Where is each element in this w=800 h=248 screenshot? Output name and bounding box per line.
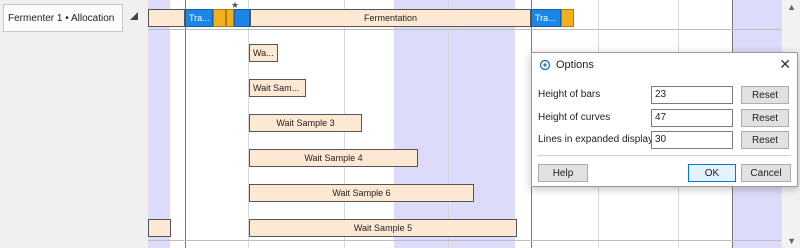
option-label: Height of curves [538, 112, 611, 123]
option-row-height-of-curves: Height of curves 47 Reset [538, 109, 791, 127]
wait-sample-label: Wait Sample 5 [353, 223, 413, 233]
row-header-label: Fermenter 1 • Allocation [8, 12, 115, 24]
time-marker-icon[interactable]: ★ [231, 0, 239, 11]
scroll-up-icon[interactable]: ▲ [787, 2, 796, 12]
reset-lines-expanded-button[interactable]: Reset [741, 131, 789, 149]
lines-in-expanded-display-input[interactable]: 30 [651, 131, 733, 149]
grid-line [448, 0, 449, 248]
ok-button[interactable]: OK [688, 164, 736, 182]
close-icon[interactable]: ✕ [779, 56, 791, 72]
row-header-fermenter-1[interactable]: Fermenter 1 • Allocation [3, 4, 123, 32]
scroll-down-icon[interactable]: ▼ [787, 236, 796, 246]
fermentation-bar-label: Fermentation [363, 13, 418, 23]
transfer-bar-label: Tra... [189, 13, 210, 23]
transfer-bar-label: Tra... [535, 13, 556, 23]
transfer-bar[interactable]: Tra... [185, 9, 213, 27]
shaded-period [394, 0, 515, 248]
reset-height-of-curves-button[interactable]: Reset [741, 109, 789, 127]
wait-sample-label: Wait Sample 6 [332, 188, 391, 198]
wait-sample-bar[interactable]: Wait Sample 5 [249, 219, 517, 237]
row-header-pane: Fermenter 1 • Allocation [0, 0, 149, 248]
wait-sample-label: Wait Sample 4 [304, 153, 363, 163]
wait-sample-bar[interactable]: Wait Sample 4 [249, 149, 418, 167]
transfer-bar[interactable]: Tra... [531, 9, 561, 27]
wait-sample-label: Wait Sample 3 [276, 118, 335, 128]
option-label: Height of bars [538, 89, 601, 100]
transfer-bar[interactable] [234, 9, 250, 27]
help-button[interactable]: Help [538, 164, 588, 182]
wait-sample-bar[interactable]: Wa... [249, 44, 278, 62]
wait-sample-label: Wait Sam... [253, 83, 300, 93]
options-icon [539, 59, 551, 71]
collapse-triangle-icon[interactable] [130, 12, 138, 20]
dialog-separator [538, 155, 791, 156]
row-separator [148, 29, 800, 30]
setup-bar[interactable] [226, 9, 234, 27]
setup-bar[interactable] [561, 9, 574, 27]
shaded-period [148, 0, 170, 248]
dialog-title-bar[interactable]: Options ✕ [532, 53, 797, 77]
wait-sample-bar[interactable] [148, 219, 171, 237]
batch-boundary-line [185, 0, 186, 248]
setup-bar[interactable] [213, 9, 226, 27]
wait-sample-bar[interactable]: Wait Sample 6 [249, 184, 474, 202]
option-row-height-of-bars: Height of bars 23 Reset [538, 86, 791, 104]
height-of-bars-input[interactable]: 23 [651, 86, 733, 104]
cancel-button[interactable]: Cancel [741, 164, 791, 182]
options-dialog: Options ✕ Height of bars 23 Reset Height… [531, 52, 798, 187]
dialog-title: Options [556, 59, 594, 71]
wait-sample-label: Wa... [253, 48, 274, 58]
height-of-curves-input[interactable]: 47 [651, 109, 733, 127]
row-separator [148, 240, 800, 241]
option-label: Lines in expanded display [538, 134, 654, 145]
option-row-lines-expanded: Lines in expanded display 30 Reset [538, 131, 791, 149]
fermentation-bar[interactable]: Fermentation [250, 9, 531, 27]
wait-sample-bar[interactable]: Wait Sample 3 [249, 114, 362, 132]
reset-height-of-bars-button[interactable]: Reset [741, 86, 789, 104]
operation-bar[interactable] [148, 9, 185, 27]
wait-sample-bar[interactable]: Wait Sam... [249, 79, 306, 97]
